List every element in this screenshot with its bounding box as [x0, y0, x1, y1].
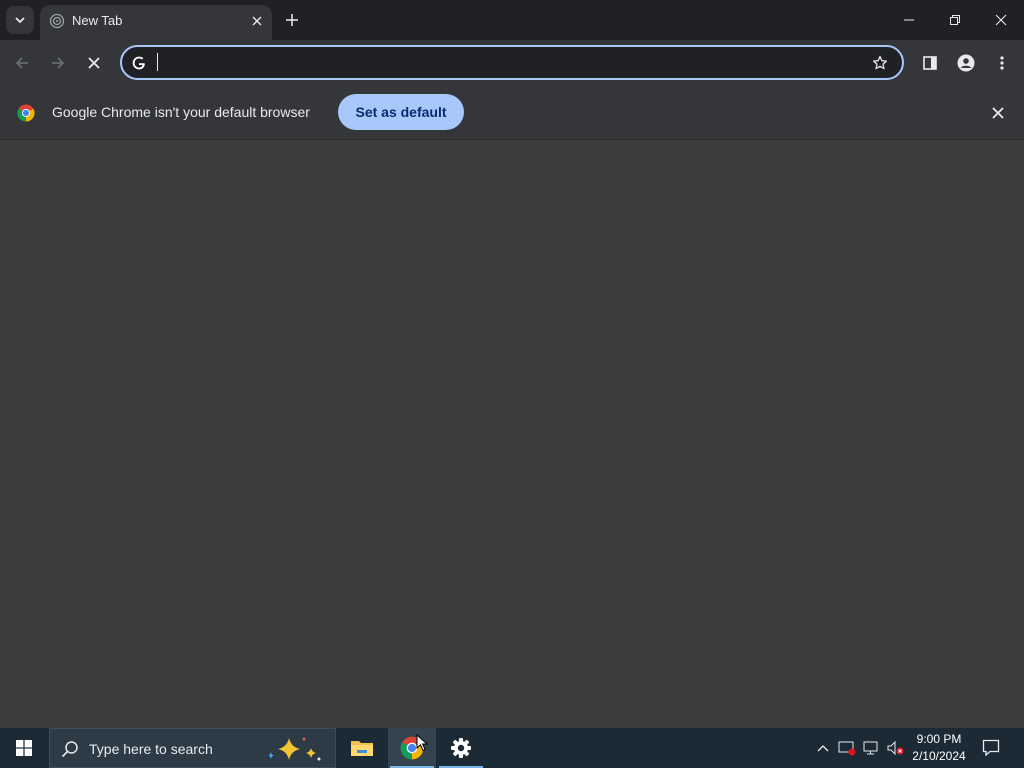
- toolbar: [0, 40, 1024, 86]
- new-tab-button[interactable]: [280, 8, 304, 32]
- taskbar-search[interactable]: Type here to search: [49, 728, 336, 768]
- set-as-default-button[interactable]: Set as default: [338, 94, 464, 130]
- taskbar: Type here to search 9:00 PM 2/10/2024: [0, 728, 1024, 768]
- close-window-button[interactable]: [978, 0, 1024, 40]
- tray-volume[interactable]: [885, 738, 905, 758]
- tab-title: New Tab: [72, 13, 123, 28]
- new-tab-icon: [49, 13, 65, 29]
- taskbar-file-explorer[interactable]: [338, 728, 386, 768]
- infobar-close-button[interactable]: [988, 103, 1008, 123]
- network-icon: [863, 741, 878, 755]
- sparkle-icon: [268, 737, 321, 761]
- side-panel-icon: [923, 56, 937, 70]
- folder-icon: [351, 741, 373, 756]
- forward-button[interactable]: [44, 49, 72, 77]
- profile-button[interactable]: [952, 49, 980, 77]
- start-button[interactable]: [0, 728, 48, 768]
- windows-logo-icon: [16, 740, 32, 756]
- plus-icon: [286, 14, 298, 26]
- notification-icon: [982, 739, 1000, 757]
- taskbar-settings[interactable]: [437, 728, 485, 768]
- minimize-icon: [904, 19, 914, 21]
- bookmark-button[interactable]: [870, 53, 890, 73]
- restore-button[interactable]: [932, 0, 978, 40]
- mouse-cursor-icon: [416, 734, 428, 752]
- tab-strip: New Tab: [0, 0, 1024, 40]
- profile-icon: [957, 54, 975, 72]
- back-button[interactable]: [8, 49, 36, 77]
- tray-security[interactable]: [837, 738, 857, 758]
- chrome-logo-icon: [17, 104, 35, 122]
- page-content: [0, 141, 1024, 728]
- tab-new-tab[interactable]: New Tab: [40, 5, 272, 40]
- clock-time: 9:00 PM: [916, 732, 962, 746]
- tab-search-button[interactable]: [6, 6, 34, 34]
- minimize-button[interactable]: [886, 0, 932, 40]
- gear-icon: [451, 738, 471, 758]
- address-bar[interactable]: [120, 45, 904, 80]
- close-icon: [992, 107, 1004, 119]
- infobar-message: Google Chrome isn't your default browser: [52, 104, 310, 120]
- chevron-down-icon: [15, 17, 25, 24]
- default-browser-infobar: Google Chrome isn't your default browser…: [0, 86, 1024, 140]
- taskbar-chrome[interactable]: [388, 728, 436, 768]
- stop-button[interactable]: [80, 49, 108, 77]
- clock-date: 2/10/2024: [912, 749, 966, 763]
- close-icon: [995, 14, 1007, 26]
- arrow-left-icon: [15, 57, 28, 69]
- star-icon: [872, 55, 888, 70]
- restore-icon: [950, 15, 960, 25]
- notification-center-button[interactable]: [978, 736, 1004, 760]
- tab-close-button[interactable]: [248, 12, 266, 30]
- tray-network[interactable]: [861, 738, 881, 758]
- monitor-alert-icon: [838, 741, 856, 756]
- volume-muted-icon: [887, 740, 904, 756]
- google-g-icon: [132, 56, 145, 70]
- stop-icon: [88, 57, 100, 69]
- arrow-right-icon: [52, 57, 65, 69]
- more-vert-icon: [1000, 56, 1004, 70]
- omnibox-input[interactable]: [158, 52, 858, 72]
- show-hidden-icons-button[interactable]: [813, 738, 833, 758]
- search-placeholder: Type here to search: [89, 741, 213, 757]
- side-panel-button[interactable]: [916, 49, 944, 77]
- close-icon: [252, 16, 262, 26]
- menu-button[interactable]: [988, 49, 1016, 77]
- taskbar-clock[interactable]: 9:00 PM 2/10/2024: [908, 731, 970, 765]
- chevron-up-icon: [817, 745, 829, 752]
- search-icon: [61, 741, 78, 758]
